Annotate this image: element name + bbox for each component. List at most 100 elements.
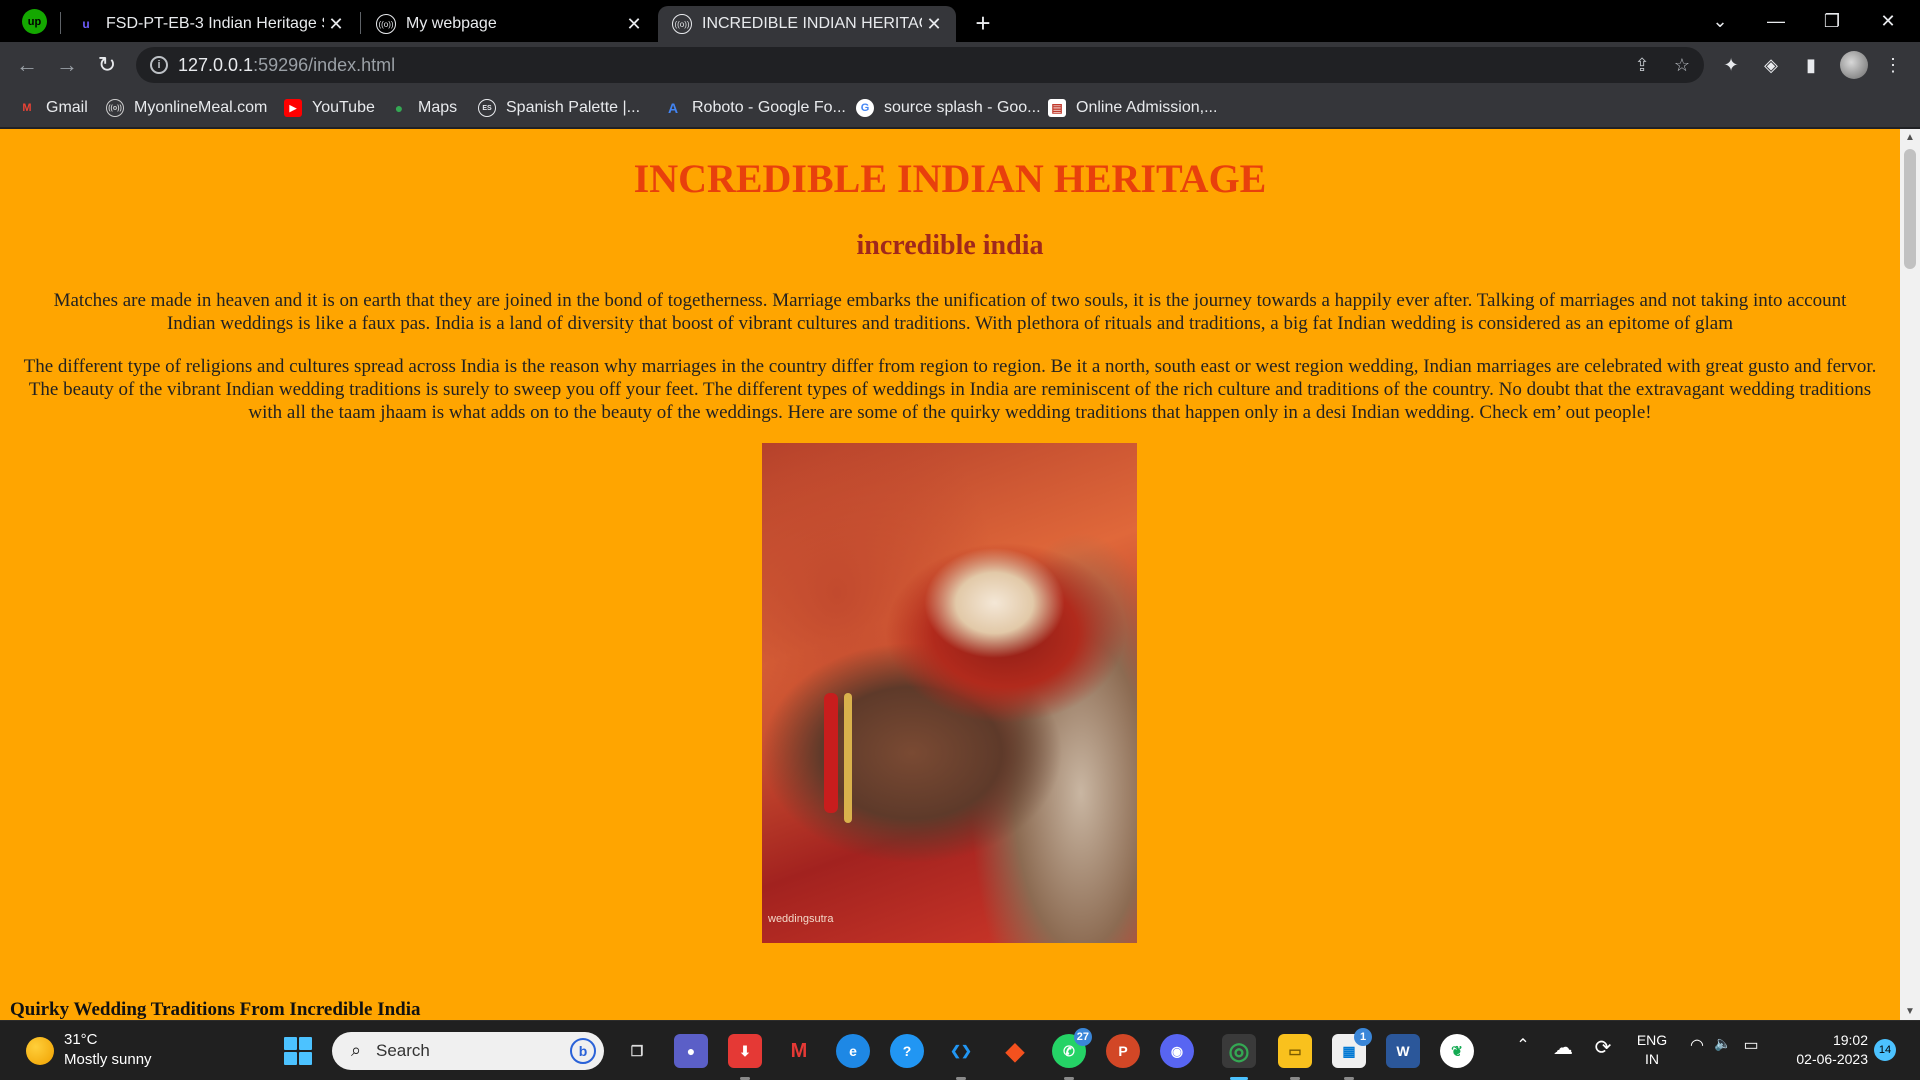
youtube-icon: ▶: [284, 99, 302, 117]
task-view-icon[interactable]: ❐: [620, 1034, 654, 1068]
bookmark-label: source splash - Goo...: [884, 99, 1041, 116]
web-page: INCREDIBLE INDIAN HERITAGE incredible in…: [0, 129, 1900, 1020]
sync-icon[interactable]: ⟳: [1590, 1035, 1616, 1060]
url-path: :59296/index.html: [253, 55, 396, 75]
tab-close-icon[interactable]: ✕: [922, 12, 946, 36]
help-icon[interactable]: ?: [890, 1034, 924, 1068]
bookmark-gmail[interactable]: M Gmail: [18, 96, 87, 120]
tab-close-icon[interactable]: ✕: [622, 12, 646, 36]
search-placeholder: Search: [376, 1041, 430, 1060]
system-clock[interactable]: 19:02 02-06-2023: [1784, 1031, 1868, 1069]
tab-separator: [360, 12, 361, 34]
broadcast-icon: ((o)): [672, 14, 692, 34]
extensions-icon[interactable]: ✦: [1718, 52, 1744, 78]
weather-description[interactable]: Mostly sunny: [64, 1051, 152, 1068]
language-indicator[interactable]: ENG IN: [1632, 1031, 1672, 1069]
volume-icon[interactable]: 🔈: [1712, 1035, 1734, 1052]
forward-button[interactable]: →: [52, 50, 82, 80]
site-info-icon[interactable]: i: [150, 56, 168, 74]
download-app-icon[interactable]: ⬇: [728, 1034, 762, 1068]
weather-temperature[interactable]: 31°C: [64, 1031, 98, 1048]
tab-close-icon[interactable]: ✕: [324, 12, 348, 36]
bing-icon[interactable]: b: [570, 1038, 596, 1064]
bookmark-label: Spanish Palette |...: [506, 99, 641, 116]
store-icon[interactable]: ▦ 1: [1332, 1028, 1372, 1068]
bookmark-online-admission[interactable]: ▤ Online Admission,...: [1048, 96, 1217, 120]
minimize-button[interactable]: —: [1748, 0, 1804, 42]
tab-title: FSD-PT-EB-3 Indian Heritage Sub: [106, 15, 324, 32]
edge-icon[interactable]: e: [836, 1034, 870, 1068]
google-icon: G: [856, 99, 874, 117]
weather-sun-icon[interactable]: [26, 1037, 54, 1065]
bookmark-star-icon[interactable]: ☆: [1670, 53, 1694, 77]
browser-toolbar: ← → ↻ i 127.0.0.1:59296/index.html ⇪ ☆ ✦…: [0, 42, 1920, 88]
vscode-icon[interactable]: ❮❯: [944, 1034, 978, 1068]
bookmark-myonlinemeal[interactable]: ((o)) MyonlineMeal.com: [106, 96, 267, 120]
restore-button[interactable]: ❐: [1804, 0, 1860, 42]
windows-logo-icon: [284, 1037, 297, 1050]
onedrive-cloud-icon[interactable]: ☁: [1550, 1035, 1576, 1060]
performance-icon[interactable]: ◈: [1758, 52, 1784, 78]
close-window-button[interactable]: ✕: [1860, 0, 1916, 42]
tab-my-webpage[interactable]: ((o)) My webpage ✕: [362, 6, 656, 42]
reload-button[interactable]: ↻: [92, 50, 122, 80]
browser-window: up u FSD-PT-EB-3 Indian Heritage Sub ✕ (…: [0, 0, 1920, 1080]
share-icon[interactable]: ⇪: [1630, 53, 1654, 77]
bookmark-roboto-google-fonts[interactable]: A Roboto - Google Fo...: [664, 96, 846, 120]
teams-meet-icon[interactable]: ●: [674, 1034, 708, 1068]
google-fonts-icon: A: [667, 100, 679, 116]
word-icon[interactable]: W: [1386, 1034, 1420, 1068]
tab-search-button[interactable]: ⌄: [1692, 0, 1748, 42]
bookmark-spanish-palette[interactable]: ES Spanish Palette |...: [478, 96, 640, 120]
bookmark-label: Online Admission,...: [1076, 99, 1218, 116]
new-tab-button[interactable]: +: [968, 8, 998, 38]
search-icon: ⌕: [350, 1039, 362, 1060]
whatsapp-icon[interactable]: ✆ 27: [1052, 1028, 1092, 1068]
admission-icon: ▤: [1048, 99, 1066, 117]
battery-icon[interactable]: ▭: [1740, 1035, 1762, 1055]
back-button[interactable]: ←: [12, 50, 42, 80]
bookmark-label: YouTube: [312, 99, 375, 116]
traditions-paragraph: The different type of religions and cult…: [23, 356, 1877, 423]
section-heading: Quirky Wedding Traditions From Incredibl…: [10, 999, 421, 1020]
discord-icon[interactable]: ◉: [1160, 1034, 1194, 1068]
bookmarks-bar: M Gmail ((o)) MyonlineMeal.com ▶ YouTube…: [0, 88, 1920, 128]
profile-avatar[interactable]: [1840, 51, 1868, 79]
tab-separator: [60, 12, 61, 34]
show-hidden-icons-chevron-icon[interactable]: ⌃: [1512, 1035, 1534, 1055]
bookmark-youtube[interactable]: ▶ YouTube: [284, 96, 375, 120]
chrome-icon[interactable]: ◎: [1222, 1034, 1256, 1068]
menu-icon[interactable]: ⋮: [1880, 52, 1906, 78]
scroll-thumb[interactable]: [1904, 149, 1916, 269]
clock-time: 19:02: [1832, 1032, 1868, 1048]
image-watermark: weddingsutra: [768, 913, 834, 925]
tab-title: My webpage: [406, 15, 497, 32]
tab-incredible-indian-heritage[interactable]: ((o)) INCREDIBLE INDIAN HERITAGE ✕: [658, 6, 956, 42]
page-scrollbar[interactable]: ▲ ▼: [1900, 129, 1920, 1020]
clock-date: 02-06-2023: [1796, 1051, 1868, 1067]
file-explorer-icon[interactable]: ▭: [1278, 1034, 1312, 1068]
scroll-up-arrow-icon[interactable]: ▲: [1900, 129, 1920, 146]
wifi-icon[interactable]: ◠: [1686, 1035, 1708, 1055]
url-text[interactable]: 127.0.0.1:59296/index.html: [178, 55, 395, 76]
mongodb-icon[interactable]: ❦: [1440, 1034, 1474, 1068]
gmail-icon: M: [22, 102, 32, 114]
taskbar-search[interactable]: ⌕ Search b: [332, 1032, 604, 1070]
broadcast-icon: ((o)): [376, 14, 396, 34]
tab-fsd-heritage[interactable]: u FSD-PT-EB-3 Indian Heritage Sub ✕: [62, 6, 358, 42]
start-button[interactable]: [284, 1037, 312, 1065]
bookmark-maps[interactable]: ● Maps: [390, 96, 457, 120]
store-glyph: ▦: [1342, 1042, 1356, 1059]
tab-strip: up u FSD-PT-EB-3 Indian Heritage Sub ✕ (…: [0, 0, 1920, 42]
windows-taskbar: 31°C Mostly sunny ⌕ Search b ❐ ● ⬇ M e ?…: [0, 1020, 1920, 1080]
mcafee-icon[interactable]: M: [782, 1034, 816, 1068]
scroll-down-arrow-icon[interactable]: ▼: [1900, 1003, 1920, 1020]
bookmark-source-splash[interactable]: G source splash - Goo...: [856, 96, 1041, 120]
git-icon[interactable]: ◆: [998, 1034, 1032, 1068]
powerpoint-icon[interactable]: P: [1106, 1034, 1140, 1068]
profile-badge-icon[interactable]: up: [22, 9, 47, 34]
notification-count-badge[interactable]: 14: [1874, 1039, 1896, 1061]
address-bar[interactable]: i 127.0.0.1:59296/index.html ⇪ ☆: [136, 47, 1704, 83]
side-panel-icon[interactable]: ▮: [1798, 52, 1824, 78]
language-code: ENG: [1636, 1032, 1668, 1048]
